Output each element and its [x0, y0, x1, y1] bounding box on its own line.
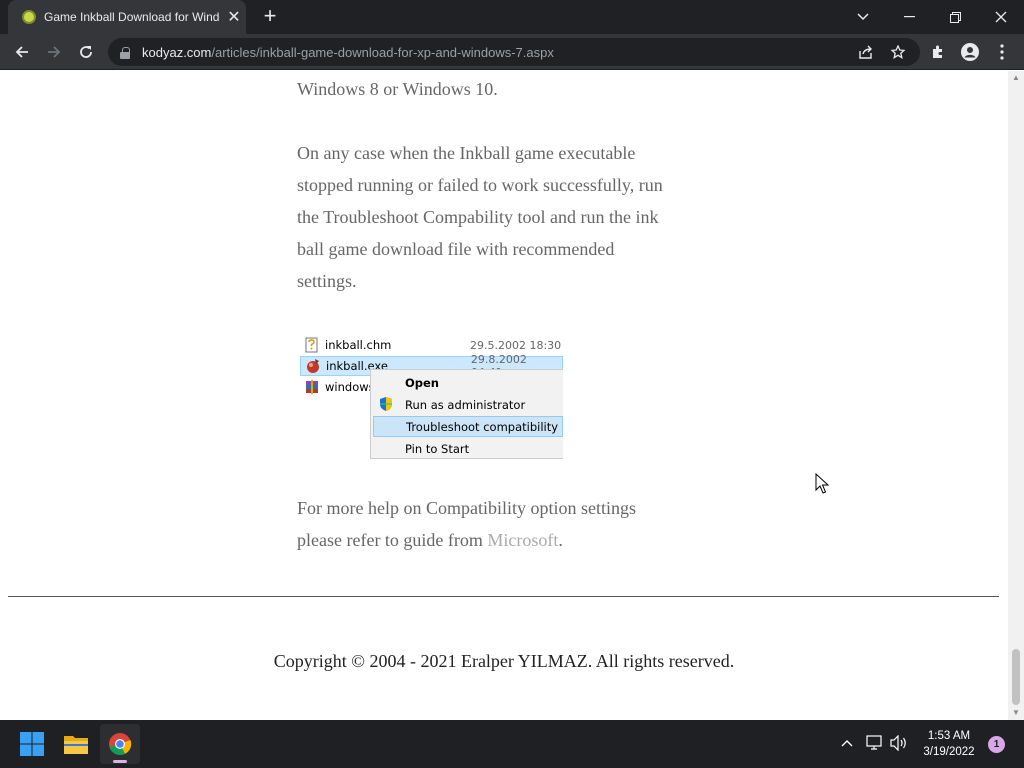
chrome-icon	[109, 733, 132, 755]
close-window-button[interactable]	[978, 0, 1024, 34]
paragraph-line: settings.	[297, 271, 357, 291]
mouse-cursor-icon	[815, 473, 829, 494]
browser-tab[interactable]: Game Inkball Download for Windows ✕	[8, 0, 246, 34]
tab-close-icon[interactable]: ✕	[224, 7, 244, 27]
minimize-button[interactable]	[886, 0, 932, 34]
back-button[interactable]	[8, 38, 36, 66]
context-menu: Open Run as administrator Troubleshoot c…	[370, 369, 563, 459]
inkball-exe-icon	[307, 359, 319, 373]
address-bar[interactable]: kodyaz.com/articles/inkball-game-downloa…	[108, 38, 920, 66]
file-explorer-button[interactable]	[56, 724, 96, 764]
shield-icon	[380, 397, 392, 411]
microsoft-link[interactable]: Microsoft	[487, 530, 558, 550]
article-paragraph: Windows 8 or Windows 10.	[297, 79, 498, 99]
volume-icon[interactable]	[888, 732, 910, 754]
browser-toolbar: kodyaz.com/articles/inkball-game-downloa…	[0, 34, 1024, 70]
footer-divider	[8, 596, 999, 597]
text-span: please refer to guide from	[297, 530, 488, 550]
article-paragraph: On any case when the Inkball game execut…	[297, 137, 707, 297]
archive-icon	[306, 380, 318, 394]
url-path: /articles/inkball-game-download-for-xp-a…	[211, 44, 554, 60]
paragraph-line: On any case when the Inkball game execut…	[297, 143, 636, 163]
paragraph-line: the Troubleshoot Compability tool and ru…	[297, 207, 659, 227]
notification-badge[interactable]: 1	[988, 736, 1005, 753]
url-domain: kodyaz.com	[142, 44, 212, 60]
page-scrollbar[interactable]: ▲ ▼	[1008, 71, 1024, 720]
file-row: inkball.chm 29.5.2002 18:30	[300, 335, 563, 355]
menu-item-open: Open	[405, 375, 439, 390]
site-favicon-icon	[22, 10, 36, 24]
new-tab-button[interactable]: +	[258, 4, 282, 28]
menu-kebab-icon[interactable]	[988, 38, 1016, 66]
paragraph-line: ball game download file with recommended	[297, 239, 615, 259]
tab-title: Game Inkball Download for Windows	[44, 10, 220, 24]
copyright-text: Copyright © 2004 - 2021 Eralper YILMAZ. …	[273, 651, 735, 671]
page-content: Windows 8 or Windows 10. On any case whe…	[0, 71, 1008, 720]
reload-button[interactable]	[72, 38, 100, 66]
taskbar-clock[interactable]: 1:53 AM 3/19/2022	[914, 728, 984, 760]
menu-item-label: Run as administrator	[405, 397, 526, 412]
folder-icon	[64, 736, 88, 754]
network-icon[interactable]	[864, 732, 886, 754]
chrome-taskbar-button[interactable]	[100, 724, 140, 764]
lock-icon[interactable]	[120, 46, 130, 59]
menu-item-troubleshoot-compatibility: Troubleshoot compatibility	[373, 416, 563, 437]
file-name: inkball.chm	[325, 338, 392, 352]
paragraph-line: stopped running or failed to work succes…	[297, 175, 663, 195]
tab-strip: Game Inkball Download for Windows ✕ +	[0, 0, 1024, 34]
share-icon[interactable]	[854, 40, 878, 64]
scroll-up-arrow-icon[interactable]: ▲	[1008, 71, 1024, 85]
article-paragraph: For more help on Compatibility option se…	[297, 492, 707, 556]
extensions-icon[interactable]	[924, 38, 952, 66]
help-file-icon	[305, 337, 318, 353]
context-menu-screenshot: inkball.chm 29.5.2002 18:30 inkball.exe …	[300, 333, 565, 461]
clock-time: 1:53 AM	[927, 730, 971, 742]
profile-icon[interactable]	[956, 38, 984, 66]
scroll-down-arrow-icon[interactable]: ▼	[1008, 706, 1024, 720]
menu-item-run-as-admin: Run as administrator	[373, 394, 563, 415]
scrollbar-thumb[interactable]	[1012, 649, 1020, 705]
start-button[interactable]	[12, 724, 52, 764]
active-app-indicator	[113, 760, 127, 763]
chevron-up-icon[interactable]	[836, 732, 858, 754]
taskbar: 1:53 AM 3/19/2022 1	[0, 720, 1024, 768]
clock-date: 3/19/2022	[923, 746, 975, 758]
forward-button[interactable]	[40, 38, 68, 66]
bookmark-star-icon[interactable]	[886, 40, 910, 64]
restore-button[interactable]	[932, 0, 978, 34]
tab-search-icon[interactable]	[840, 0, 886, 34]
paragraph-line: please refer to guide from Microsoft.	[297, 524, 707, 556]
paragraph-line: For more help on Compatibility option se…	[297, 498, 636, 518]
windows-logo-icon	[20, 732, 44, 756]
menu-item-pin-to-start: Pin to Start	[405, 441, 470, 456]
file-date: 29.5.2002 18:30	[470, 338, 562, 352]
text-span: .	[558, 530, 563, 550]
